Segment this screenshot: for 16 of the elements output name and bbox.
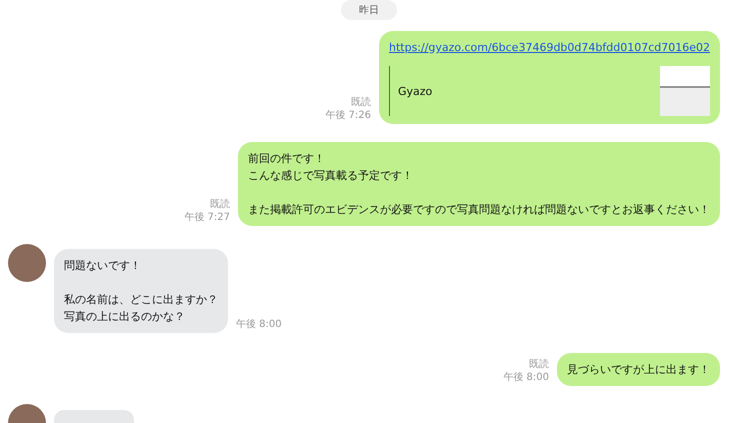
- read-receipt: 既読: [350, 96, 371, 109]
- link-preview[interactable]: Gyazo: [388, 66, 710, 116]
- message-text: 問題ないです！ 私の名前は、どこに出ますか？ 写真の上に出るのかな？: [64, 258, 218, 325]
- message-text: 前回の件です！ こんな感じで写真載る予定です！ また掲載許可のエビデンスが必要ですので写真問題なければ問題ないですとお返事ください！: [248, 151, 710, 218]
- read-receipt: 既読: [210, 198, 230, 211]
- message-time: 午後 8:00: [503, 371, 549, 384]
- preview-thumbnail: [660, 66, 710, 116]
- message-time: 午後 7:27: [184, 211, 230, 224]
- preview-title: Gyazo: [398, 84, 432, 100]
- message-time: 午後 8:00: [236, 318, 282, 332]
- avatar[interactable]: [8, 244, 46, 282]
- message-text: 見づらいですが上に出ます！: [567, 362, 710, 378]
- date-divider: 昨日: [341, 0, 397, 20]
- link[interactable]: https://gyazo.com/6bce37469db0d74bfdd0107cd7016e02: [388, 41, 710, 54]
- read-receipt: 既読: [529, 358, 549, 371]
- message-time: 午後 7:26: [325, 109, 371, 122]
